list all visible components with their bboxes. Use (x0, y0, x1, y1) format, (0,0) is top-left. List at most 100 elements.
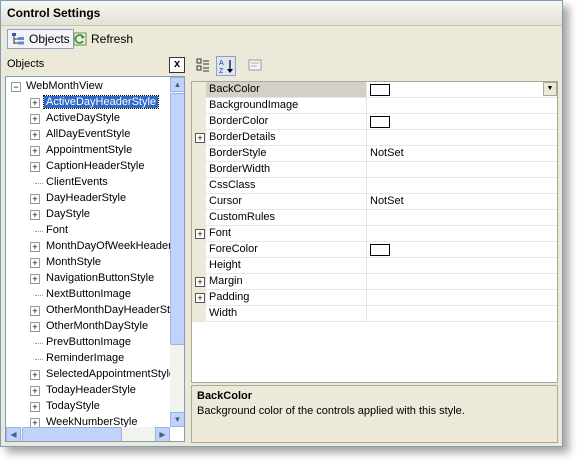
expand-icon[interactable]: + (195, 277, 205, 287)
tree-root[interactable]: − WebMonthView (6, 79, 170, 95)
horizontal-scroll-thumb[interactable] (22, 427, 122, 441)
tree-content: − WebMonthView + ActiveDayHeaderStyle + Act… (6, 77, 170, 427)
property-value[interactable] (368, 210, 557, 225)
property-row[interactable]: + BorderDetails (192, 130, 557, 146)
tree-item[interactable]: + NavigationButtonStyle (6, 271, 170, 287)
tree-item[interactable]: + AllDayEventStyle (6, 127, 170, 143)
tree-item[interactable]: + DayHeaderStyle (6, 191, 170, 207)
tree-item-label: DayHeaderStyle (46, 192, 127, 204)
property-value[interactable] (368, 162, 557, 177)
refresh-button[interactable]: Refresh (70, 29, 136, 49)
expand-icon[interactable]: + (195, 229, 205, 239)
scroll-up-button[interactable]: ▲ (170, 77, 184, 92)
property-value[interactable] (368, 274, 557, 289)
property-row[interactable]: BorderWidth (192, 162, 557, 178)
alphabetical-sort-button[interactable]: A Z (216, 56, 236, 76)
property-row[interactable]: ForeColor (192, 242, 557, 258)
property-row[interactable]: CssClass (192, 178, 557, 194)
scroll-down-button[interactable]: ▼ (170, 412, 184, 427)
expand-icon[interactable]: + (30, 162, 40, 172)
property-gutter (192, 258, 206, 274)
objects-label: Objects (29, 32, 70, 46)
property-value[interactable] (368, 306, 557, 321)
scroll-right-button[interactable]: ▶ (155, 427, 170, 441)
tree-item[interactable]: + OtherMonthDayStyle (6, 319, 170, 335)
expand-icon[interactable]: + (30, 146, 40, 156)
expand-icon[interactable]: + (30, 386, 40, 396)
property-value[interactable] (368, 114, 557, 129)
tree-vertical-scrollbar[interactable]: ▲ ▼ (170, 77, 184, 427)
property-row[interactable]: Cursor NotSet (192, 194, 557, 210)
property-value[interactable] (368, 130, 557, 145)
expand-icon[interactable]: + (30, 194, 40, 204)
property-row[interactable]: Height (192, 258, 557, 274)
categorized-icon (196, 58, 209, 72)
tree-item[interactable]: PrevButtonImage (6, 335, 170, 351)
categorized-button[interactable] (193, 56, 213, 76)
property-grid[interactable]: BackColor ▼ BackgroundImage BorderColor + Bor… (191, 81, 558, 383)
vertical-scroll-thumb[interactable] (170, 93, 184, 345)
property-row[interactable]: + Margin (192, 274, 557, 290)
property-value[interactable] (368, 242, 557, 257)
expand-icon[interactable]: + (30, 370, 40, 380)
sort-az-icon: A Z (219, 60, 233, 75)
objects-button[interactable]: Objects (7, 29, 74, 49)
expand-icon[interactable]: + (30, 306, 40, 316)
expand-icon[interactable]: + (30, 114, 40, 124)
tree-item[interactable]: ReminderImage (6, 351, 170, 367)
property-value[interactable]: ▼ (368, 82, 557, 97)
tree-item[interactable]: ClientEvents (6, 175, 170, 191)
tree-connector (35, 359, 43, 360)
property-row[interactable]: CustomRules (192, 210, 557, 226)
expand-icon[interactable]: + (195, 133, 205, 143)
tree-item[interactable]: + CaptionHeaderStyle (6, 159, 170, 175)
property-row[interactable]: + Padding (192, 290, 557, 306)
property-value[interactable] (368, 290, 557, 305)
tree-item[interactable]: NextButtonImage (6, 287, 170, 303)
property-row[interactable]: BorderStyle NotSet (192, 146, 557, 162)
property-value[interactable] (368, 258, 557, 273)
tree-item[interactable]: + DayStyle (6, 207, 170, 223)
tree-item[interactable]: + TodayStyle (6, 399, 170, 415)
expand-icon[interactable]: + (195, 293, 205, 303)
property-row[interactable]: BackColor ▼ (192, 82, 557, 98)
property-value[interactable] (368, 226, 557, 241)
tree-item[interactable]: + MonthStyle (6, 255, 170, 271)
tree-horizontal-scrollbar[interactable]: ◀ ▶ (6, 427, 170, 441)
property-name: ForeColor (206, 242, 367, 257)
expand-icon[interactable]: + (30, 418, 40, 427)
expand-icon[interactable]: + (30, 242, 40, 252)
collapse-icon[interactable]: − (11, 82, 21, 92)
expand-icon[interactable]: + (30, 274, 40, 284)
property-value[interactable]: NotSet (368, 146, 557, 161)
expand-icon[interactable]: + (30, 258, 40, 268)
tree-item[interactable]: + TodayHeaderStyle (6, 383, 170, 399)
tree-item[interactable]: + ActiveDayHeaderStyle (6, 95, 170, 111)
object-tree[interactable]: − WebMonthView + ActiveDayHeaderStyle + Act… (5, 76, 185, 442)
property-row[interactable]: BorderColor (192, 114, 557, 130)
tree-item[interactable]: + AppointmentStyle (6, 143, 170, 159)
dropdown-arrow-icon[interactable]: ▼ (543, 82, 557, 96)
property-value[interactable]: NotSet (368, 194, 557, 209)
property-name: CustomRules (206, 210, 367, 225)
property-pages-button[interactable] (245, 56, 265, 76)
property-value[interactable] (368, 178, 557, 193)
property-value[interactable] (368, 98, 557, 113)
close-panel-button[interactable]: x (169, 57, 185, 73)
expand-icon[interactable]: + (30, 322, 40, 332)
property-row[interactable]: BackgroundImage (192, 98, 557, 114)
expand-icon[interactable]: + (30, 98, 40, 108)
tree-item[interactable]: Font (6, 223, 170, 239)
scroll-left-button[interactable]: ◀ (6, 427, 21, 441)
expand-icon[interactable]: + (30, 210, 40, 220)
tree-item[interactable]: + WeekNumberStyle (6, 415, 170, 427)
tree-item[interactable]: + ActiveDayStyle (6, 111, 170, 127)
expand-icon[interactable]: + (30, 130, 40, 140)
tree-item[interactable]: + SelectedAppointmentStyle (6, 367, 170, 383)
property-row[interactable]: Width (192, 306, 557, 322)
property-row[interactable]: + Font (192, 226, 557, 242)
tree-item[interactable]: + OtherMonthDayHeaderStyle (6, 303, 170, 319)
tree-item[interactable]: + MonthDayOfWeekHeaderStyle (6, 239, 170, 255)
property-name: BackgroundImage (206, 98, 367, 113)
expand-icon[interactable]: + (30, 402, 40, 412)
